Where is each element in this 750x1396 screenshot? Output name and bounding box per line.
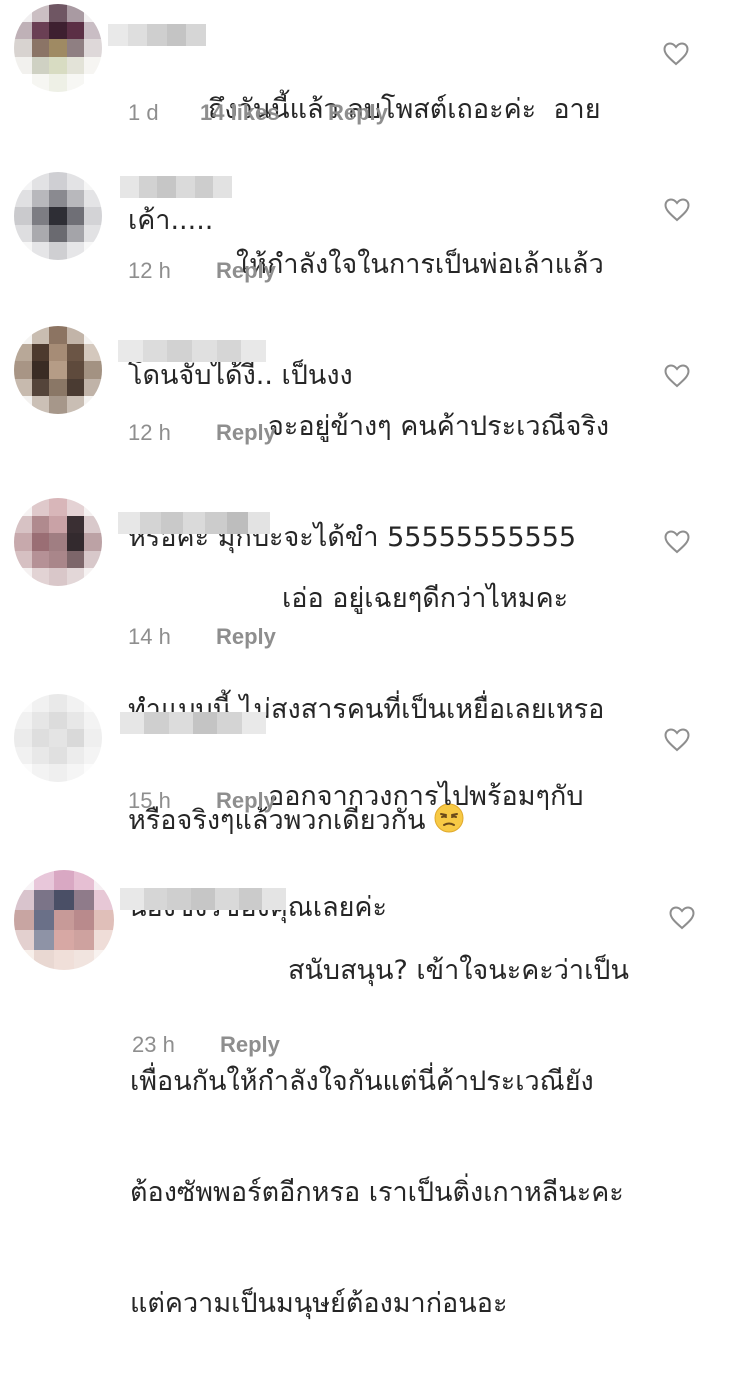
comment-text-line: จะอยู่ข้างๆ คนค้าประเวณีจริง xyxy=(268,411,610,442)
comment-item: เอ่อ อยู่เฉยๆดีกว่าไหมคะ ทำแบบนี้ ไม่สงส… xyxy=(0,480,750,836)
comment-timestamp: 15 h xyxy=(128,788,171,813)
reply-button[interactable]: Reply xyxy=(220,1032,280,1058)
comment-text-line: เพื่อนกันให้กำลังใจกันแต่นี่ค้าประเวณียั… xyxy=(130,1066,594,1097)
username-blurred[interactable] xyxy=(120,712,266,734)
comment-timestamp: 1 d xyxy=(128,100,159,125)
avatar[interactable] xyxy=(14,870,114,970)
likes-count[interactable]: 14 likes xyxy=(200,100,328,126)
avatar[interactable] xyxy=(14,172,102,260)
comment-text: สนับสนุน? เข้าใจนะคะว่าเป็น เพื่อนกันให้… xyxy=(130,878,629,1396)
comment-timestamp: 23 h xyxy=(132,1032,175,1057)
comment-item: สนับสนุน? เข้าใจนะคะว่าเป็น เพื่อนกันให้… xyxy=(0,840,750,1319)
username-blurred[interactable] xyxy=(118,512,271,534)
comment-item: ออกจากวงการไปพร้อมๆกับ น้องซึงรีของคุณเล… xyxy=(0,670,750,923)
reply-button[interactable]: Reply xyxy=(216,788,276,814)
avatar[interactable] xyxy=(14,4,102,92)
username-blurred[interactable] xyxy=(108,24,206,46)
heart-outline-icon[interactable] xyxy=(664,530,690,554)
comment-item: ถึงวันนี้แล้ว ลบโพสต์เถอะค่ะ อาย เค้า...… xyxy=(0,0,750,236)
heart-outline-icon[interactable] xyxy=(669,906,695,930)
comment-timestamp: 12 h xyxy=(128,258,171,283)
comment-text-line: ต้องซัพพอร์ตอีกหรอ เราเป็นติ่งเกาหลีนะคะ xyxy=(130,1177,624,1208)
comment-text-line: สนับสนุน? เข้าใจนะคะว่าเป็น xyxy=(288,955,629,986)
username-blurred[interactable] xyxy=(120,888,287,910)
comment-text-line: แต่ความเป็นมนุษย์ต้องมาก่อนอะ xyxy=(130,1288,508,1319)
comment-meta: 15 h Reply xyxy=(128,788,276,814)
avatar[interactable] xyxy=(14,326,102,414)
reply-button[interactable]: Reply xyxy=(216,624,276,650)
username-blurred[interactable] xyxy=(118,340,267,362)
username-blurred[interactable] xyxy=(120,176,233,198)
reply-button[interactable]: Reply xyxy=(216,258,276,284)
comment-timestamp: 12 h xyxy=(128,420,171,445)
avatar[interactable] xyxy=(14,694,102,782)
comment-item: จะอยู่ข้างๆ คนค้าประเวณีจริง หรอคะ มุกปะ… xyxy=(0,310,750,553)
avatar[interactable] xyxy=(14,498,102,586)
comment-meta: 1 d 14 likes Reply xyxy=(128,100,388,126)
comment-meta: 12 h Reply xyxy=(128,258,276,284)
comment-meta: 23 h Reply xyxy=(132,1032,280,1058)
reply-button[interactable]: Reply xyxy=(328,100,388,126)
reply-button[interactable]: Reply xyxy=(216,420,276,446)
comment-text-line: ออกจากวงการไปพร้อมๆกับ xyxy=(268,781,584,812)
heart-outline-icon[interactable] xyxy=(663,42,689,66)
comment-text-line: เอ่อ อยู่เฉยๆดีกว่าไหมคะ xyxy=(282,583,569,614)
heart-outline-icon[interactable] xyxy=(664,364,690,388)
comment-text-line: ให้กำลังใจในการเป็นพ่อเล้าแล้ว xyxy=(236,249,604,280)
comment-meta: 12 h Reply xyxy=(128,420,276,446)
comment-meta: 14 h Reply xyxy=(128,624,276,650)
comment-item: ให้กำลังใจในการเป็นพ่อเล้าแล้ว โดนจับได้… xyxy=(0,150,750,391)
heart-outline-icon[interactable] xyxy=(664,728,690,752)
heart-outline-icon[interactable] xyxy=(664,198,690,222)
comment-timestamp: 14 h xyxy=(128,624,171,649)
